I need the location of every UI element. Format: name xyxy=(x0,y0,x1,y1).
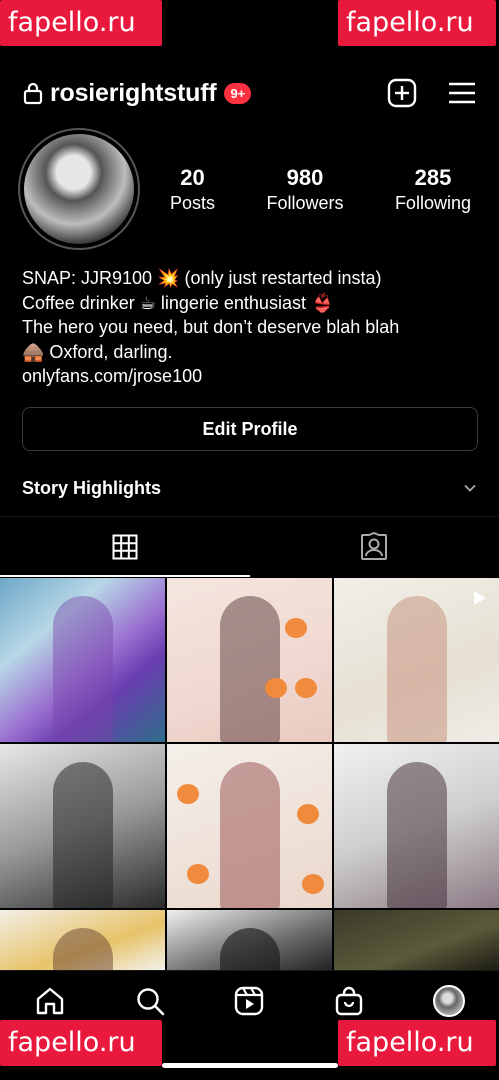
watermark-top-left: fapello.ru xyxy=(0,0,162,46)
post-grid xyxy=(0,578,499,970)
grid-icon xyxy=(112,534,138,560)
peach-decoration xyxy=(285,618,307,638)
tab-posts-grid[interactable] xyxy=(0,517,250,577)
post-thumbnail[interactable] xyxy=(0,910,165,970)
watermark-bottom-right: fapello.ru xyxy=(338,1020,496,1066)
peach-decoration xyxy=(187,864,209,884)
bio-line-snap: SNAP: JJR9100 💥 (only just restarted ins… xyxy=(22,268,382,288)
profile-bio: SNAP: JJR9100 💥 (only just restarted ins… xyxy=(22,266,477,389)
post-thumbnail[interactable] xyxy=(167,910,332,970)
bio-line-location: 🛖 Oxford, darling. xyxy=(22,341,173,362)
post-thumbnail[interactable] xyxy=(334,744,499,908)
post-thumbnail[interactable] xyxy=(334,578,499,742)
lock-icon xyxy=(23,82,43,105)
bio-line-coffee: Coffee drinker ☕ lingerie enthusiast 👙 xyxy=(22,292,334,313)
new-post-icon[interactable] xyxy=(387,78,417,108)
search-icon xyxy=(136,987,164,1015)
post-image xyxy=(219,762,280,908)
stat-following-count: 285 xyxy=(414,165,452,190)
edit-profile-button[interactable]: Edit Profile xyxy=(22,407,478,451)
stat-followers-count: 980 xyxy=(286,165,324,190)
peach-decoration xyxy=(302,874,324,894)
bio-link[interactable]: onlyfans.com/jrose100 xyxy=(22,364,477,389)
peach-decoration xyxy=(295,678,317,698)
post-image xyxy=(219,596,280,742)
profile-summary: 20 Posts 980 Followers 285 Following xyxy=(18,128,481,250)
post-image xyxy=(386,762,447,908)
profile-avatar-ring[interactable] xyxy=(18,128,140,250)
nav-home[interactable] xyxy=(33,984,67,1018)
shop-icon xyxy=(336,986,363,1015)
post-thumbnail[interactable] xyxy=(167,744,332,908)
peach-decoration xyxy=(297,804,319,824)
post-image xyxy=(52,762,113,908)
post-thumbnail[interactable] xyxy=(0,578,165,742)
watermark-top-right: fapello.ru xyxy=(338,0,496,46)
post-image xyxy=(386,596,447,742)
profile-stats: 20 Posts 980 Followers 285 Following xyxy=(170,164,481,214)
stat-following-label: Following xyxy=(394,193,471,213)
story-highlights-row[interactable]: Story Highlights xyxy=(22,474,477,502)
profile-header: rosierightstuff 9+ xyxy=(22,72,477,114)
video-icon xyxy=(474,591,486,605)
watermark-bottom-left: fapello.ru xyxy=(0,1020,162,1066)
notification-badge[interactable]: 9+ xyxy=(224,82,252,104)
story-highlights-label: Story Highlights xyxy=(22,477,161,498)
profile-avatar-small xyxy=(433,984,466,1017)
post-thumbnail[interactable] xyxy=(167,578,332,742)
post-thumbnail[interactable] xyxy=(0,744,165,908)
tagged-icon xyxy=(361,532,388,560)
profile-avatar[interactable] xyxy=(24,134,134,244)
stat-posts-count: 20 xyxy=(180,165,205,190)
nav-profile[interactable] xyxy=(432,984,466,1028)
post-thumbnail[interactable] xyxy=(334,910,499,970)
post-image xyxy=(52,596,113,742)
tab-tagged[interactable] xyxy=(250,517,499,577)
peach-decoration xyxy=(177,784,199,804)
profile-tabs xyxy=(0,517,499,577)
peach-decoration xyxy=(265,678,287,698)
stat-followers[interactable]: 980 Followers xyxy=(266,164,343,214)
post-image xyxy=(52,928,113,970)
bio-line-hero: The hero you need, but don’t deserve bla… xyxy=(22,317,400,337)
stat-following[interactable]: 285 Following xyxy=(395,164,471,214)
stat-posts-label: Posts xyxy=(170,193,216,213)
reels-icon xyxy=(235,986,264,1015)
post-image xyxy=(219,928,280,970)
nav-reels[interactable] xyxy=(232,984,266,1018)
nav-shop[interactable] xyxy=(332,984,366,1018)
menu-icon[interactable] xyxy=(447,78,477,108)
nav-search[interactable] xyxy=(133,984,167,1018)
stat-followers-label: Followers xyxy=(266,193,344,213)
chevron-down-icon[interactable] xyxy=(463,481,477,495)
stat-posts[interactable]: 20 Posts xyxy=(170,164,215,214)
username[interactable]: rosierightstuff xyxy=(50,79,217,108)
home-icon xyxy=(36,987,64,1014)
home-indicator[interactable] xyxy=(161,1063,338,1068)
